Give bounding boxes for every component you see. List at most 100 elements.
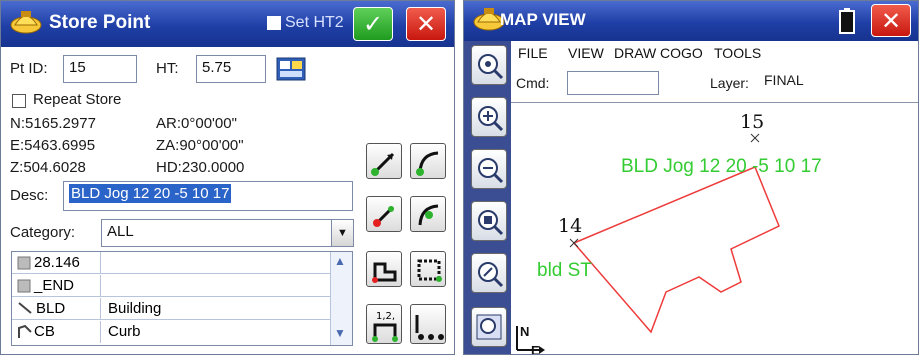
row-description: Building xyxy=(108,300,162,317)
zoom-object-icon xyxy=(476,314,502,340)
zenith-angle-value: ZA:90°00'00" xyxy=(156,137,244,154)
point-only-button[interactable] xyxy=(410,304,446,344)
building-outline xyxy=(572,166,780,334)
elevation-coordinate: Z:504.6028 xyxy=(10,159,86,176)
point-marker-14 xyxy=(569,238,579,248)
desc-selected-text: BLD Jog 12 20 -5 10 17 xyxy=(69,184,232,203)
dots-icon xyxy=(415,315,444,340)
point-code-icon xyxy=(17,279,31,293)
cmd-input[interactable] xyxy=(567,71,659,95)
ok-button[interactable]: ✓ xyxy=(353,7,393,41)
zoom-extents-icon xyxy=(478,54,504,80)
category-label: Category: xyxy=(10,224,76,241)
chevron-down-icon[interactable]: ▼ xyxy=(331,220,353,246)
east-coordinate: E:5463.6995 xyxy=(10,137,96,154)
map-view-title: MAP VIEW xyxy=(500,10,586,29)
row-code: BLD xyxy=(36,300,66,317)
zoom-in-icon xyxy=(478,106,504,132)
svg-text:1,2,: 1,2, xyxy=(376,311,395,322)
app-logo-icon xyxy=(10,11,42,34)
zoom-previous-icon xyxy=(478,262,504,288)
sequence-icon: 1,2, xyxy=(372,311,398,342)
store-point-dialog: Store Point Set HT2 ✓ ✕ Pt ID: 15 HT: 5.… xyxy=(0,0,455,355)
east-label: E xyxy=(531,343,540,355)
store-point-titlebar: Store Point Set HT2 ✓ ✕ xyxy=(1,1,454,47)
row-description: Curb xyxy=(108,323,141,340)
horizontal-distance-value: HD:230.0000 xyxy=(156,159,245,176)
store-line-button[interactable] xyxy=(366,143,402,179)
category-table: 28.146 _END BLD Building CB Curb ▲ ▼ xyxy=(11,251,353,346)
arc-store-icon xyxy=(416,151,439,176)
point-15-description: BLD Jog 12 20 -5 10 17 xyxy=(621,156,822,177)
layer-label: Layer: xyxy=(710,75,749,91)
table-row[interactable]: CB Curb xyxy=(12,321,330,343)
line-end-icon xyxy=(373,205,395,227)
layer-value[interactable]: FINAL xyxy=(764,72,804,88)
zoom-in-button[interactable] xyxy=(471,97,507,137)
map-close-button[interactable]: ✕ xyxy=(871,4,911,37)
zoom-out-icon xyxy=(478,158,504,184)
point-15-label: 15 xyxy=(740,111,764,133)
curb-code-icon xyxy=(18,324,32,338)
rectangle-icon xyxy=(417,259,442,282)
battery-icon xyxy=(839,8,855,34)
cmd-label: Cmd: xyxy=(516,75,550,91)
store-line-red-button[interactable] xyxy=(366,196,402,232)
pt-id-label: Pt ID: xyxy=(10,60,48,77)
close-button[interactable]: ✕ xyxy=(406,7,446,41)
angle-right-value: AR:0°00'00" xyxy=(156,115,237,132)
point-14-description: bld ST xyxy=(537,260,592,281)
check-icon: ✓ xyxy=(362,10,384,38)
zoom-out-button[interactable] xyxy=(471,149,507,189)
store-arc-button[interactable] xyxy=(410,143,446,179)
repeat-store-checkbox[interactable] xyxy=(12,94,26,108)
table-row[interactable]: 28.146 xyxy=(12,252,330,274)
line-store-icon xyxy=(371,152,395,176)
set-ht2-label: Set HT2 xyxy=(285,14,344,31)
pt-id-input[interactable]: 15 xyxy=(63,55,137,83)
set-ht2-checkbox[interactable] xyxy=(267,16,281,30)
map-canvas[interactable]: 15 14 BLD Jog 12 20 -5 10 17 bld ST N E xyxy=(511,104,919,355)
table-scrollbar[interactable]: ▲ ▼ xyxy=(330,252,352,345)
zoom-extents-button[interactable] xyxy=(471,45,507,85)
arc-end-icon xyxy=(418,204,439,226)
zoom-window-button[interactable] xyxy=(471,201,507,241)
height-calculator-icon[interactable] xyxy=(276,56,306,82)
menu-view[interactable]: VIEW xyxy=(568,45,604,61)
close-icon: ✕ xyxy=(880,7,902,35)
category-selected-value: ALL xyxy=(107,223,134,240)
ht-label: HT: xyxy=(156,60,179,77)
store-point-title: Store Point xyxy=(49,12,151,33)
ht-input[interactable]: 5.75 xyxy=(196,55,266,83)
menu-file[interactable]: FILE xyxy=(518,45,548,61)
category-select[interactable]: ALL ▼ xyxy=(101,219,354,247)
map-view-titlebar: MAP VIEW ✕ xyxy=(464,1,918,41)
desc-label: Desc: xyxy=(10,187,49,204)
zoom-previous-button[interactable] xyxy=(471,253,507,293)
row-code: CB xyxy=(34,323,55,340)
zoom-window-icon xyxy=(478,210,504,236)
menu-cogo[interactable]: COGO xyxy=(660,45,703,61)
scroll-down-icon[interactable]: ▼ xyxy=(334,326,346,340)
close-rectangle-button[interactable] xyxy=(410,251,446,287)
point-14-label: 14 xyxy=(558,215,582,237)
menu-tools[interactable]: TOOLS xyxy=(714,45,761,61)
close-figure-button[interactable] xyxy=(366,251,402,287)
table-row[interactable]: _END xyxy=(12,275,330,297)
point-code-icon xyxy=(17,256,31,270)
zoom-object-button[interactable] xyxy=(471,307,507,347)
row-code: _END xyxy=(34,277,75,294)
sequence-button[interactable]: 1,2, xyxy=(366,304,402,344)
store-arc-green-button[interactable] xyxy=(410,196,446,232)
line-code-icon xyxy=(18,302,32,314)
row-code: 28.146 xyxy=(34,254,80,271)
north-coordinate: N:5165.2977 xyxy=(10,115,96,132)
menu-draw[interactable]: DRAW xyxy=(614,45,656,61)
point-marker-15 xyxy=(750,133,760,143)
map-view-window: MAP VIEW ✕ FILE VIEW DRAW COGO TOOLS Cmd… xyxy=(463,0,919,355)
scroll-up-icon[interactable]: ▲ xyxy=(334,254,346,268)
north-label: N xyxy=(520,324,529,339)
repeat-store-label: Repeat Store xyxy=(33,91,122,108)
desc-input[interactable]: BLD Jog 12 20 -5 10 17 xyxy=(63,181,353,211)
table-row[interactable]: BLD Building xyxy=(12,298,330,320)
